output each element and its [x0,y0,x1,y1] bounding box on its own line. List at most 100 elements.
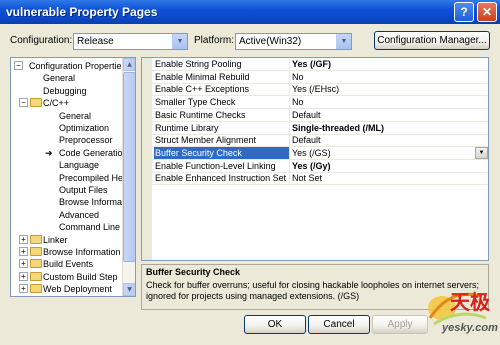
platform-select[interactable]: Active(Win32) ▼ [235,33,352,50]
property-name: Struct Member Alignment [154,134,290,147]
tree-item[interactable]: Precompiled Headers [11,172,123,184]
property-row[interactable]: Smaller Type Check No [152,96,488,110]
property-row[interactable]: Runtime Library Single-threaded (/ML) [152,121,488,135]
tree-item-label: Browse Information [59,197,123,208]
title-bar[interactable]: vulnerable Property Pages ? ✕ [0,0,500,24]
configuration-select[interactable]: Release ▼ [73,33,188,50]
expand-icon[interactable]: + [19,247,28,256]
property-row[interactable]: Enable Minimal Rebuild No [152,70,488,84]
property-name: Basic Runtime Checks [154,108,290,121]
window-title: vulnerable Property Pages [6,5,158,19]
scroll-up-icon[interactable]: ▲ [123,58,135,71]
tree-item[interactable]: Advanced [11,209,123,221]
chevron-down-icon[interactable]: ▼ [475,146,488,159]
tree-item-label: Debugging [43,85,87,96]
platform-value: Active(Win32) [239,36,302,47]
scroll-down-icon[interactable]: ▼ [123,283,135,296]
tree-item-label: Language [59,160,100,171]
ok-button[interactable]: OK [244,315,306,334]
property-row[interactable]: Enable String Pooling Yes (/GF) [152,58,488,71]
tree-item[interactable]: ➜ Code Generation [11,147,123,159]
tree-item-label: Command Line [59,222,121,233]
property-value[interactable]: Yes (/GF) [292,58,331,70]
property-name: Buffer Security Check [154,146,290,159]
chevron-down-icon[interactable]: ▼ [172,34,187,49]
property-name: Enable Minimal Rebuild [154,70,290,83]
scroll-thumb[interactable] [123,72,135,262]
tree-item[interactable]: Output Files [11,184,123,196]
property-value[interactable]: Not Set [292,172,322,184]
logo-brand-latin: yesky.com [442,322,498,334]
tree-item[interactable]: General [11,110,123,122]
folder-icon [30,247,42,256]
expand-icon[interactable]: + [19,271,28,281]
property-name: Enable String Pooling [154,58,290,70]
tree-item-label: Optimization [59,123,110,133]
description-title: Buffer Security Check [146,267,241,277]
property-value[interactable]: No [292,71,304,83]
tree-item[interactable]: Command Line [11,221,123,233]
configuration-label: Configuration: [10,35,73,46]
property-row[interactable]: Basic Runtime Checks Default [152,108,488,122]
property-name: Runtime Library [154,121,290,134]
logo-brand-chinese: 天极 [450,292,490,314]
folder-icon [30,98,42,108]
folder-icon [30,271,42,281]
tree-item[interactable]: Language [11,159,123,171]
tree-item[interactable]: Browse Information [11,196,123,208]
property-row[interactable]: Enable C++ Exceptions Yes (/EHsc) [152,83,488,97]
tree-item-label: Build Events [43,259,94,270]
tree-item-label: General [43,73,76,84]
tree-item[interactable]: + Custom Build Step [11,271,123,283]
expand-icon[interactable]: + [19,234,28,244]
tree-item[interactable]: Optimization [11,122,123,134]
tree-item[interactable]: + Browse Information [11,246,123,258]
collapse-icon[interactable]: − [19,98,28,108]
property-value[interactable]: Default [292,109,321,121]
question-icon: ? [460,5,468,19]
yesky-logo: 天极 yesky.com [420,278,500,342]
folder-icon [30,259,42,269]
folder-icon [30,234,42,244]
expand-icon[interactable]: + [19,259,28,269]
tree-item[interactable]: General [11,72,123,84]
current-page-arrow-icon: ➜ [45,147,53,158]
property-value[interactable]: Yes (/EHsc) [292,83,339,95]
property-value[interactable]: Yes (/GS) [292,147,331,159]
tree-items: − Configuration Properties General Debuggin… [11,58,123,296]
property-value[interactable]: Yes (/Gy) [292,160,331,172]
property-name: Smaller Type Check [154,96,290,109]
ok-label: OK [267,319,283,330]
property-row[interactable]: Struct Member Alignment Default [152,134,488,148]
cancel-button[interactable]: Cancel [308,315,370,334]
property-row[interactable]: Enable Enhanced Instruction Set Not Set [152,172,488,186]
configuration-manager-button[interactable]: Configuration Manager... [374,31,490,50]
property-name: Enable C++ Exceptions [154,83,290,96]
tree-item-label: Precompiled Headers [59,172,123,183]
tree-item[interactable]: Preprocessor [11,134,123,146]
apply-label: Apply [387,319,413,330]
tree-item-label: Custom Build Step [43,271,118,282]
property-row[interactable]: Buffer Security Check Yes (/GS) ▼ [152,146,488,160]
property-value[interactable]: No [292,96,304,108]
expand-icon[interactable]: + [19,284,28,294]
tree-scrollbar[interactable]: ▲ ▼ [122,58,135,296]
chevron-down-icon[interactable]: ▼ [336,34,351,49]
tree-item-label: C/C++ [43,98,70,109]
tree-item[interactable]: Debugging [11,85,123,97]
tree-item[interactable]: + Build Events [11,258,123,270]
property-tree[interactable]: − Configuration Properties General Debuggin… [10,57,136,297]
platform-label: Platform: [194,35,235,46]
property-row[interactable]: Enable Function-Level Linking Yes (/Gy) [152,159,488,173]
property-grid: Enable String Pooling Yes (/GF) Enable Min… [141,57,489,261]
tree-item[interactable]: + Web Deployment [11,283,123,295]
tree-item[interactable]: − C/C++ [11,97,123,109]
tree-item-label: Web Deployment [43,284,112,295]
close-button[interactable]: ✕ [477,2,497,22]
help-button[interactable]: ? [454,2,474,22]
tree-item[interactable]: − Configuration Properties [11,60,123,72]
collapse-icon[interactable]: − [14,61,23,70]
property-value[interactable]: Single-threaded (/ML) [292,122,384,134]
property-value[interactable]: Default [292,134,321,146]
tree-item[interactable]: + Linker [11,234,123,246]
